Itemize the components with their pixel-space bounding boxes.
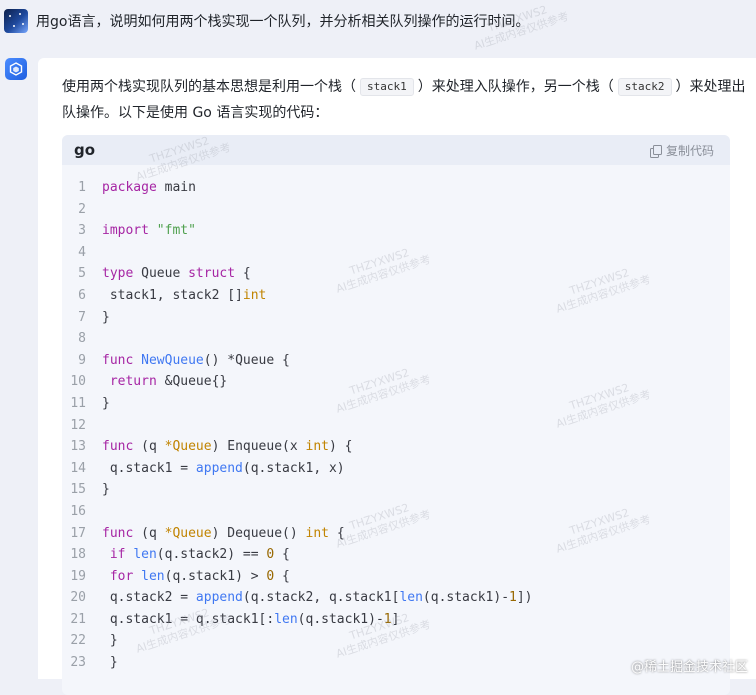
code-line: 20 q.stack2 = append(q.stack2, q.stack1[… <box>62 587 730 609</box>
code-text: q.stack1 = append(q.stack1, x) <box>102 460 345 476</box>
code-line: 22 } <box>62 630 730 652</box>
line-number: 9 <box>78 352 86 368</box>
intro-text-1: 使用两个栈实现队列的基本思想是利用一个栈（ <box>62 79 356 95</box>
code-line: 15} <box>62 479 730 501</box>
line-number: 7 <box>78 309 86 325</box>
line-number: 6 <box>78 287 86 303</box>
user-message-text: 用go语言，说明如何用两个栈实现一个队列，并分析相关队列操作的运行时间。 <box>36 14 530 30</box>
line-number: 4 <box>78 244 86 260</box>
code-line: 1 package main <box>62 177 730 199</box>
copy-icon <box>649 144 662 158</box>
line-number: 12 <box>70 417 86 433</box>
copy-code-label: 复制代码 <box>665 144 714 158</box>
assistant-answer-panel: 使用两个栈实现队列的基本思想是利用一个栈（ stack1 ）来处理入队操作，另一个栈… <box>38 58 756 695</box>
code-line: 7} <box>62 307 730 329</box>
code-text: } <box>102 309 110 325</box>
code-line: 3 import "fmt" <box>62 220 730 242</box>
code-text: return &Queue{} <box>109 374 228 390</box>
line-number: 15 <box>70 482 86 498</box>
intro-text-2: ）来处理入队操作，另一个栈（ <box>417 79 614 95</box>
code-text: stack1, stack2 []int <box>102 287 267 303</box>
line-number: 3 <box>78 223 86 239</box>
line-number: 23 <box>70 655 86 671</box>
code-body: 1 package main 2 3 import "fmt" 4 5 type Queue … <box>62 177 730 674</box>
line-number: 20 <box>70 590 86 606</box>
code-line: 16 <box>62 501 730 523</box>
inline-code-stack1: stack1 <box>360 78 414 96</box>
code-text: q.stack1 = q.stack1[:len(q.stack1)-1] <box>102 611 400 627</box>
answer-intro: 使用两个栈实现队列的基本思想是利用一个栈（ stack1 ）来处理入队操作，另一个栈… <box>62 74 748 126</box>
code-language-label: go <box>74 141 96 159</box>
code-block: go 复制代码 1 package main 2 3 import "fmt" 4 5 typ… <box>62 135 730 695</box>
code-block-header: go 复制代码 <box>62 135 730 165</box>
code-text: import "fmt" <box>102 223 196 239</box>
line-number: 16 <box>70 503 86 519</box>
code-text: func NewQueue() *Queue { <box>102 352 290 368</box>
code-line: 12 <box>62 415 730 437</box>
code-text: if len(q.stack2) == 0 { <box>109 547 290 563</box>
user-avatar <box>4 9 28 33</box>
line-number: 1 <box>78 180 86 195</box>
code-text: type Queue struct { <box>102 266 251 282</box>
line-number: 11 <box>70 395 86 411</box>
code-text: q.stack2 = append(q.stack2, q.stack1[len… <box>102 590 533 606</box>
line-number: 10 <box>70 374 86 390</box>
user-message-row: 用go语言，说明如何用两个栈实现一个队列，并分析相关队列操作的运行时间。 <box>0 0 756 46</box>
code-line: 17 func (q *Queue) Dequeue() int { <box>62 523 730 545</box>
code-line: 8 <box>62 328 730 350</box>
hexagon-icon <box>9 62 23 76</box>
line-number: 21 <box>70 611 86 627</box>
copy-code-button[interactable]: 复制代码 <box>649 142 714 159</box>
line-number: 18 <box>70 547 86 563</box>
code-line: 9 func NewQueue() *Queue { <box>62 350 730 372</box>
code-text: for len(q.stack1) > 0 { <box>109 568 290 584</box>
line-number: 19 <box>70 568 86 584</box>
code-line: 23 } <box>62 652 730 674</box>
footer-brand-text: @稀土掘金技术社区 <box>630 660 748 675</box>
line-number: 17 <box>70 525 86 541</box>
code-text: } <box>102 482 110 498</box>
juejin-watermark: @稀土掘金技术社区 <box>631 656 748 675</box>
line-number: 13 <box>70 439 86 455</box>
assistant-logo-icon <box>5 58 27 80</box>
code-line: 10 return &Queue{} <box>62 371 730 393</box>
code-text: func (q *Queue) Dequeue() int { <box>102 525 345 541</box>
code-line: 6 stack1, stack2 []int <box>62 285 730 307</box>
code-line: 19 for len(q.stack1) > 0 { <box>62 566 730 588</box>
code-line: 11} <box>62 393 730 415</box>
line-number: 2 <box>78 201 86 217</box>
code-text: } <box>102 633 118 649</box>
line-number: 5 <box>78 266 86 282</box>
line-number: 8 <box>78 331 86 347</box>
line-number: 14 <box>70 460 86 476</box>
code-line: 5 type Queue struct { <box>62 263 730 285</box>
code-text: package main <box>102 180 196 195</box>
code-line: 13 func (q *Queue) Enqueue(x int) { <box>62 436 730 458</box>
code-line: 2 <box>62 199 730 221</box>
code-text: } <box>102 395 110 411</box>
code-line: 21 q.stack1 = q.stack1[:len(q.stack1)-1] <box>62 609 730 631</box>
inline-code-stack2: stack2 <box>617 78 672 96</box>
code-text: } <box>102 655 118 671</box>
code-line: 14 q.stack1 = append(q.stack1, x) <box>62 458 730 480</box>
code-line: 18 if len(q.stack2) == 0 { <box>62 544 730 566</box>
line-number: 22 <box>70 633 86 649</box>
code-line: 4 <box>62 242 730 264</box>
code-text: func (q *Queue) Enqueue(x int) { <box>102 439 353 455</box>
